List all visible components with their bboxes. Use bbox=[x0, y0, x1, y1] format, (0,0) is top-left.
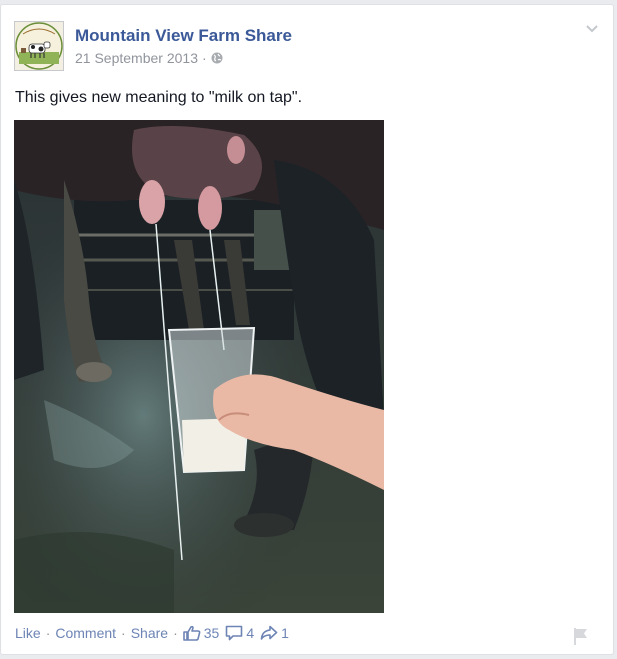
chevron-down-icon[interactable] bbox=[583, 19, 601, 37]
comment-icon bbox=[226, 625, 243, 641]
comments-count[interactable]: 4 bbox=[225, 625, 254, 641]
likes-count[interactable]: 35 bbox=[182, 625, 220, 641]
post-message: This gives new meaning to "milk on tap". bbox=[15, 89, 303, 106]
shares-count-value: 1 bbox=[281, 625, 289, 641]
action-separator: · bbox=[45, 625, 51, 641]
comment-link[interactable]: Comment bbox=[55, 625, 116, 641]
shares-count[interactable]: 1 bbox=[260, 625, 289, 641]
likes-count-value: 35 bbox=[203, 625, 220, 641]
share-arrow-icon bbox=[260, 625, 278, 640]
post-card: Mountain View Farm Share 21 September 20… bbox=[0, 4, 614, 655]
flag-icon[interactable] bbox=[571, 626, 591, 646]
page-name-link[interactable]: Mountain View Farm Share bbox=[75, 26, 292, 46]
action-separator: · bbox=[121, 625, 126, 641]
post-meta: 21 September 2013 · bbox=[75, 50, 223, 66]
page-avatar[interactable] bbox=[14, 21, 64, 71]
comments-count-value: 4 bbox=[246, 625, 255, 641]
post-photo[interactable] bbox=[14, 120, 384, 613]
post-date[interactable]: 21 September 2013 bbox=[75, 50, 198, 66]
farm-logo bbox=[15, 22, 63, 70]
thumbs-up-icon bbox=[182, 625, 201, 641]
post-actions: Like · Comment · Share · 35 4 1 bbox=[15, 625, 295, 641]
meta-separator: · bbox=[201, 50, 207, 66]
share-link[interactable]: Share bbox=[131, 625, 168, 641]
like-link[interactable]: Like bbox=[15, 625, 41, 641]
action-separator: · bbox=[173, 625, 178, 641]
globe-icon[interactable] bbox=[211, 52, 223, 64]
photo-cow-milking-glass bbox=[14, 120, 384, 613]
